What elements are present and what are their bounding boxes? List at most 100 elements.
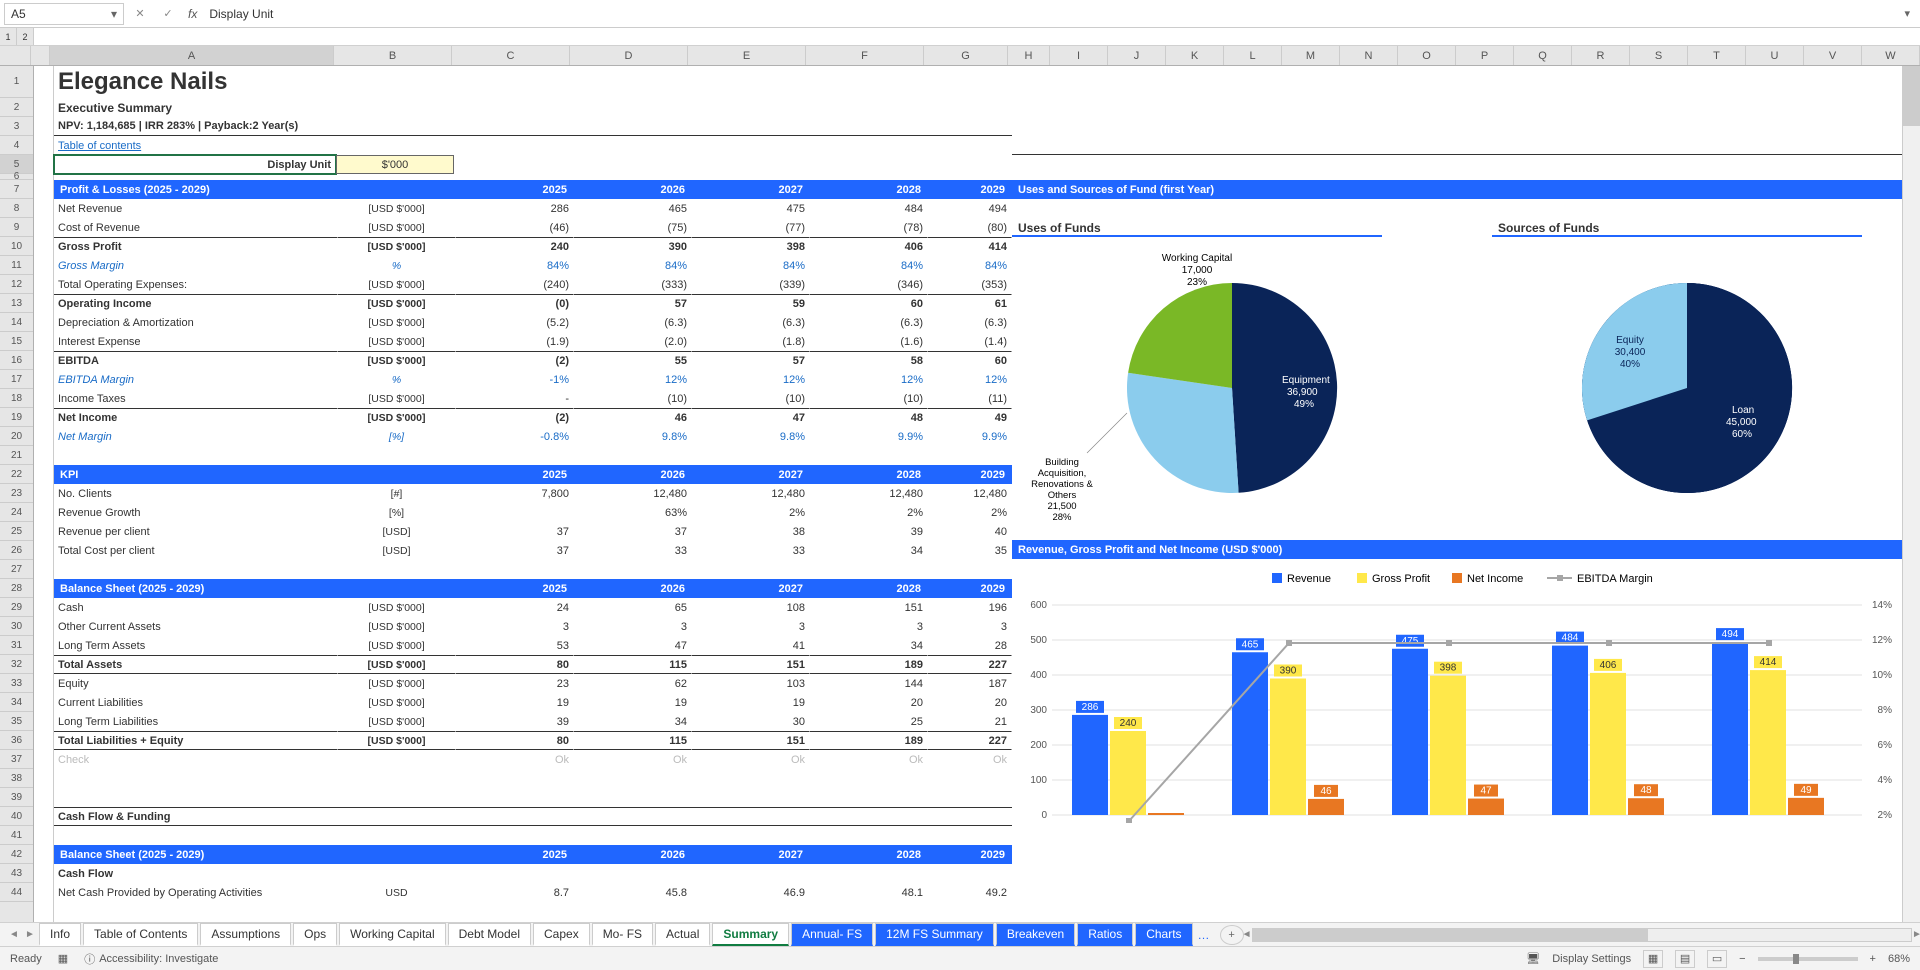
sheet-tab-annual-fs[interactable]: Annual- FS <box>791 923 873 946</box>
horizontal-scrollbar[interactable]: ◄ ► <box>1252 928 1912 942</box>
zoom-value[interactable]: 68% <box>1888 953 1910 965</box>
row-header-14[interactable]: 14 <box>0 313 33 332</box>
zoom-in-icon[interactable]: + <box>1870 953 1876 965</box>
hscroll-right-icon[interactable]: ► <box>1909 929 1920 940</box>
col-header-S[interactable]: S <box>1630 46 1688 65</box>
row-header-36[interactable]: 36 <box>0 731 33 750</box>
row-header-28[interactable]: 28 <box>0 579 33 598</box>
cancel-formula-icon[interactable]: ✕ <box>128 3 152 25</box>
accessibility-icon[interactable]: ⓘ <box>84 951 95 967</box>
col-header-O[interactable]: O <box>1398 46 1456 65</box>
col-header-R[interactable]: R <box>1572 46 1630 65</box>
col-header-K[interactable]: K <box>1166 46 1224 65</box>
col-header-F[interactable]: F <box>806 46 924 65</box>
row-header-15[interactable]: 15 <box>0 332 33 351</box>
sheet-tab-charts[interactable]: Charts <box>1135 923 1192 946</box>
sheet-tab-assumptions[interactable]: Assumptions <box>200 923 291 946</box>
col-header-G[interactable]: G <box>924 46 1008 65</box>
row-header-40[interactable]: 40 <box>0 807 33 826</box>
col-header-P[interactable]: P <box>1456 46 1514 65</box>
selected-cell[interactable]: Display Unit <box>53 154 337 175</box>
col-header-Q[interactable]: Q <box>1514 46 1572 65</box>
row-header-26[interactable]: 26 <box>0 541 33 560</box>
hscroll-thumb[interactable] <box>1253 929 1648 941</box>
row-header-9[interactable]: 9 <box>0 218 33 237</box>
row-header-31[interactable]: 31 <box>0 636 33 655</box>
col-header-J[interactable]: J <box>1108 46 1166 65</box>
row-header-38[interactable]: 38 <box>0 769 33 788</box>
sheet-tab-ops[interactable]: Ops <box>293 923 337 946</box>
view-normal-icon[interactable]: ▦ <box>1643 950 1663 968</box>
row-header-35[interactable]: 35 <box>0 712 33 731</box>
zoom-out-icon[interactable]: − <box>1739 953 1745 965</box>
sheet-tab-info[interactable]: Info <box>39 923 81 946</box>
row-header-44[interactable]: 44 <box>0 883 33 902</box>
row-header-13[interactable]: 13 <box>0 294 33 313</box>
col-header-A[interactable]: A <box>50 46 334 65</box>
macro-icon[interactable]: ▦ <box>58 952 68 965</box>
row-header-25[interactable]: 25 <box>0 522 33 541</box>
row-header-16[interactable]: 16 <box>0 351 33 370</box>
tab-nav-next-icon[interactable]: ► <box>22 929 38 940</box>
tabs-more-icon[interactable]: … <box>1194 928 1214 942</box>
row-header-17[interactable]: 17 <box>0 370 33 389</box>
outline-level-1[interactable]: 1 <box>0 28 17 45</box>
col-header-B[interactable]: B <box>334 46 452 65</box>
col-header-W[interactable]: W <box>1862 46 1920 65</box>
row-header-2[interactable]: 2 <box>0 98 33 117</box>
grid-content[interactable]: Elegance NailsExecutive SummaryNPV: 1,18… <box>54 66 1920 922</box>
name-box[interactable]: A5 ▾ <box>4 3 124 25</box>
name-box-dropdown-icon[interactable]: ▾ <box>111 7 117 21</box>
col-header-M[interactable]: M <box>1282 46 1340 65</box>
row-header-39[interactable]: 39 <box>0 788 33 807</box>
row-header-3[interactable]: 3 <box>0 117 33 136</box>
fx-icon[interactable]: fx <box>188 7 197 21</box>
sheet-tab-debt-model[interactable]: Debt Model <box>448 923 531 946</box>
row-header-43[interactable]: 43 <box>0 864 33 883</box>
row-header-24[interactable]: 24 <box>0 503 33 522</box>
col-header-U[interactable]: U <box>1746 46 1804 65</box>
sheet-tab-capex[interactable]: Capex <box>533 923 590 946</box>
row-header-11[interactable]: 11 <box>0 256 33 275</box>
sheet-tab-summary[interactable]: Summary <box>712 923 789 946</box>
col-header-D[interactable]: D <box>570 46 688 65</box>
tab-nav-prev-icon[interactable]: ◄ <box>6 929 22 940</box>
accept-formula-icon[interactable]: ✓ <box>156 3 180 25</box>
row-header-10[interactable]: 10 <box>0 237 33 256</box>
formula-input[interactable]: Display Unit <box>209 7 1904 21</box>
sheet-tab-mo-fs[interactable]: Mo- FS <box>592 923 653 946</box>
row-header-7[interactable]: 7 <box>0 180 33 199</box>
row-header-30[interactable]: 30 <box>0 617 33 636</box>
col-header-H[interactable]: H <box>1008 46 1050 65</box>
sheet-tab-12m-fs-summary[interactable]: 12M FS Summary <box>875 923 994 946</box>
col-header-L[interactable]: L <box>1224 46 1282 65</box>
row-header-20[interactable]: 20 <box>0 427 33 446</box>
row-header-8[interactable]: 8 <box>0 199 33 218</box>
row-header-22[interactable]: 22 <box>0 465 33 484</box>
row-header-33[interactable]: 33 <box>0 674 33 693</box>
sheet-tab-working-capital[interactable]: Working Capital <box>339 923 445 946</box>
row-header-21[interactable]: 21 <box>0 446 33 465</box>
row-header-4[interactable]: 4 <box>0 136 33 155</box>
row-header-12[interactable]: 12 <box>0 275 33 294</box>
row-header-34[interactable]: 34 <box>0 693 33 712</box>
sheet-tab-ratios[interactable]: Ratios <box>1077 923 1133 946</box>
view-pagebreak-icon[interactable]: ▭ <box>1707 950 1727 968</box>
col-header-V[interactable]: V <box>1804 46 1862 65</box>
sheet-tab-actual[interactable]: Actual <box>655 923 710 946</box>
row-header-1[interactable]: 1 <box>0 66 33 98</box>
outline-level-2[interactable]: 2 <box>17 28 34 45</box>
display-settings-icon[interactable]: 🖥 <box>1526 952 1540 965</box>
col-header-N[interactable]: N <box>1340 46 1398 65</box>
col-header-I[interactable]: I <box>1050 46 1108 65</box>
row-header-42[interactable]: 42 <box>0 845 33 864</box>
row-header-29[interactable]: 29 <box>0 598 33 617</box>
zoom-slider[interactable] <box>1758 957 1858 961</box>
col-header-T[interactable]: T <box>1688 46 1746 65</box>
formula-expand-icon[interactable]: ▾ <box>1904 7 1910 20</box>
sheet-tab-breakeven[interactable]: Breakeven <box>996 923 1075 946</box>
vertical-scrollbar[interactable] <box>1902 66 1920 922</box>
col-header-E[interactable]: E <box>688 46 806 65</box>
row-header-18[interactable]: 18 <box>0 389 33 408</box>
sheet-tab-table-of-contents[interactable]: Table of Contents <box>83 923 198 946</box>
